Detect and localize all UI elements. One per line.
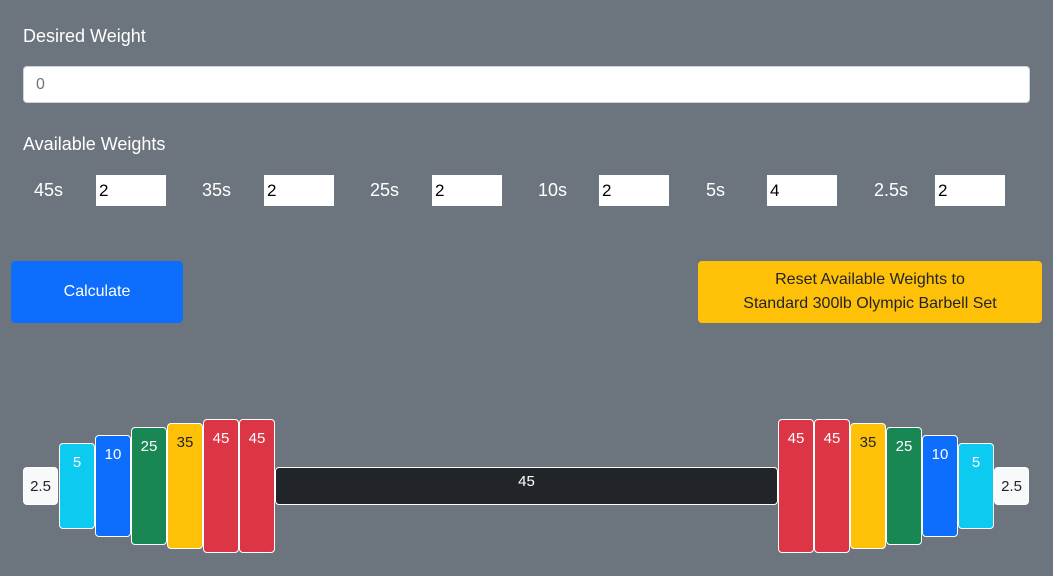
weight-label-25: 25s	[370, 180, 400, 200]
reset-button-line2: Standard 300lb Olympic Barbell Set	[743, 295, 997, 312]
calculate-button[interactable]: Calculate	[11, 261, 183, 323]
weight-count-5[interactable]	[767, 175, 837, 206]
plate-right-5: 5	[958, 443, 994, 529]
available-weights-label: Available Weights	[23, 134, 166, 154]
plate-left-25: 25	[131, 427, 167, 545]
plate-left-45-inner: 45	[239, 419, 275, 553]
weight-label-35: 35s	[202, 180, 232, 200]
desired-weight-label: Desired Weight	[23, 26, 146, 46]
plate-right-25: 25	[886, 427, 922, 545]
reset-button-line1: Reset Available Weights to	[775, 271, 965, 288]
weight-count-10[interactable]	[599, 175, 669, 206]
plate-right-45-inner: 45	[778, 419, 814, 553]
weight-label-10: 10s	[538, 180, 568, 200]
weight-label-2-5: 2.5s	[874, 180, 909, 200]
plate-left-10: 10	[95, 435, 131, 537]
desired-weight-input[interactable]	[23, 66, 1030, 103]
weight-count-35[interactable]	[264, 175, 334, 206]
weight-count-2-5[interactable]	[935, 175, 1005, 206]
available-weights-row: 45s 35s 25s 10s 5s 2.5s	[0, 175, 1053, 206]
plate-right-35: 35	[850, 423, 886, 549]
plate-left-2-5: 2.5	[23, 467, 58, 505]
plate-right-10: 10	[922, 435, 958, 537]
barbell-bar: 45	[275, 467, 778, 505]
plate-right-45-outer: 45	[814, 419, 850, 553]
plate-left-5: 5	[59, 443, 95, 529]
plate-right-2-5: 2.5	[994, 467, 1029, 505]
weight-label-5: 5s	[706, 180, 726, 200]
weight-count-45[interactable]	[96, 175, 166, 206]
plate-left-35: 35	[167, 423, 203, 549]
weight-label-45: 45s	[34, 180, 64, 200]
reset-weights-button[interactable]: Reset Available Weights to Standard 300l…	[698, 261, 1042, 323]
weight-count-25[interactable]	[432, 175, 502, 206]
plate-left-45-outer: 45	[203, 419, 239, 553]
